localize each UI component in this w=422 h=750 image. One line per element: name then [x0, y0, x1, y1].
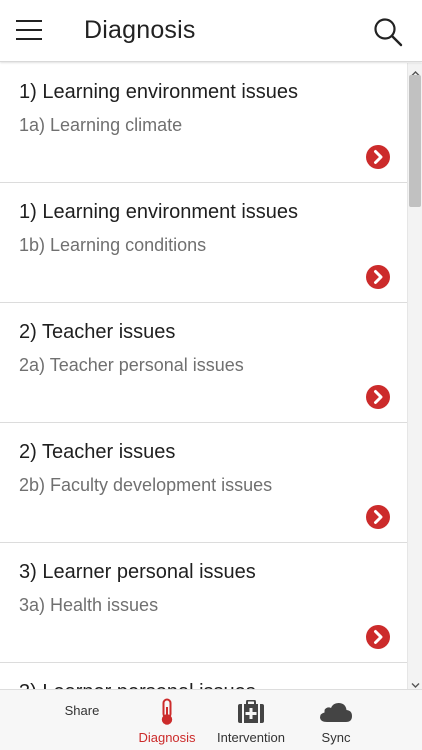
page-title: Diagnosis — [84, 16, 196, 44]
scrollbar-thumb[interactable] — [409, 75, 421, 207]
list-item[interactable]: 3) Learner personal issues — [0, 663, 407, 689]
chevron-right-circle-icon[interactable] — [366, 505, 390, 529]
scroll-down-arrow-icon[interactable] — [411, 677, 420, 688]
bottom-navigation: Share Diagnosis Intervention Sync — [0, 689, 422, 750]
list-item[interactable]: 2) Teacher issues 2a) Teacher personal i… — [0, 303, 407, 423]
list-item-title: 1) Learning environment issues — [19, 201, 299, 223]
nav-label-diagnosis: Diagnosis — [138, 730, 196, 745]
list-item-title: 2) Teacher issues — [19, 441, 176, 463]
list-item[interactable]: 3) Learner personal issues 3a) Health is… — [0, 543, 407, 663]
chevron-right-circle-icon[interactable] — [366, 145, 390, 169]
list-item[interactable]: 1) Learning environment issues 1a) Learn… — [0, 63, 407, 183]
scrollbar[interactable] — [407, 63, 422, 689]
nav-item-intervention[interactable]: Intervention — [208, 690, 294, 750]
search-icon[interactable] — [372, 16, 404, 48]
list-item-title: 3) Learner personal issues — [19, 681, 256, 689]
chevron-right-circle-icon[interactable] — [366, 265, 390, 289]
list-item-subtitle: 2a) Teacher personal issues — [19, 355, 244, 375]
app-bar: Diagnosis — [0, 0, 422, 62]
list-item-subtitle: 1b) Learning conditions — [19, 235, 207, 255]
nav-item-diagnosis[interactable]: Diagnosis — [130, 690, 204, 750]
nav-label-sync: Sync — [321, 730, 351, 745]
list-item-subtitle: 1a) Learning climate — [19, 115, 183, 135]
scroll-up-arrow-icon[interactable] — [411, 65, 420, 76]
list-item[interactable]: 2) Teacher issues 2b) Faculty developmen… — [0, 423, 407, 543]
cloud-icon — [319, 701, 353, 728]
nav-label-share: Share — [64, 703, 100, 718]
chevron-right-circle-icon[interactable] — [366, 385, 390, 409]
nav-label-intervention: Intervention — [217, 730, 285, 745]
chevron-right-circle-icon[interactable] — [366, 625, 390, 649]
list-item-subtitle: 3a) Health issues — [19, 595, 159, 615]
diagnosis-list: 1) Learning environment issues 1a) Learn… — [0, 63, 407, 689]
list-item-title: 2) Teacher issues — [19, 321, 176, 343]
list-item[interactable]: 1) Learning environment issues 1b) Learn… — [0, 183, 407, 303]
hamburger-menu-icon[interactable] — [16, 19, 42, 41]
first-aid-kit-icon — [237, 699, 265, 729]
nav-item-share[interactable]: Share — [56, 690, 108, 750]
list-item-title: 3) Learner personal issues — [19, 561, 256, 583]
thermometer-icon — [159, 698, 175, 731]
list-item-title: 1) Learning environment issues — [19, 81, 299, 103]
nav-item-sync[interactable]: Sync — [306, 690, 366, 750]
list-item-subtitle: 2b) Faculty development issues — [19, 475, 273, 495]
